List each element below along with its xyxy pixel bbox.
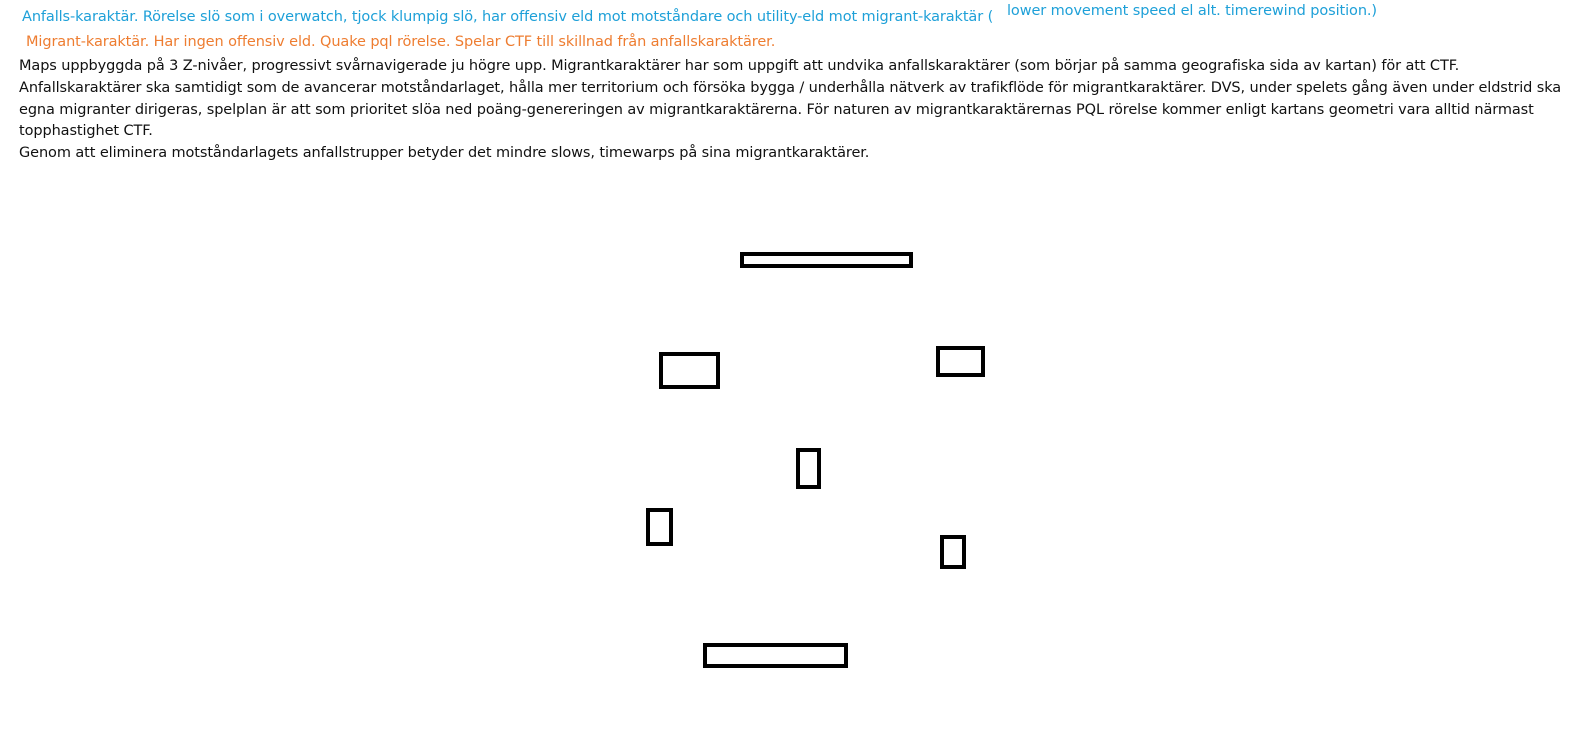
map-platform-top[interactable]	[740, 252, 913, 268]
body-paragraph-line: egna migranter dirigeras, spelplan är at…	[19, 102, 1534, 118]
attacker-annotation: lower movement speed el alt. timerewind …	[1007, 3, 1377, 19]
map-pillar-left[interactable]	[646, 508, 673, 546]
body-paragraph-line: Anfallskaraktärer ska samtidigt som de a…	[19, 80, 1562, 96]
migrant-description: Migrant-karaktär. Har ingen offensiv eld…	[26, 34, 776, 50]
map-pillar-right[interactable]	[940, 535, 966, 569]
body-paragraph-line: Genom att eliminera motståndarlagets anf…	[19, 145, 870, 161]
map-block-left[interactable]	[659, 352, 720, 389]
body-paragraph-line: topphastighet CTF.	[19, 123, 153, 139]
map-platform-bottom[interactable]	[703, 643, 848, 668]
attacker-description: Anfalls-karaktär. Rörelse slö som i over…	[22, 9, 994, 25]
body-paragraph-line: Maps uppbyggda på 3 Z-nivåer, progressiv…	[19, 58, 1460, 74]
map-pillar-center[interactable]	[796, 448, 821, 489]
map-block-right[interactable]	[936, 346, 985, 377]
